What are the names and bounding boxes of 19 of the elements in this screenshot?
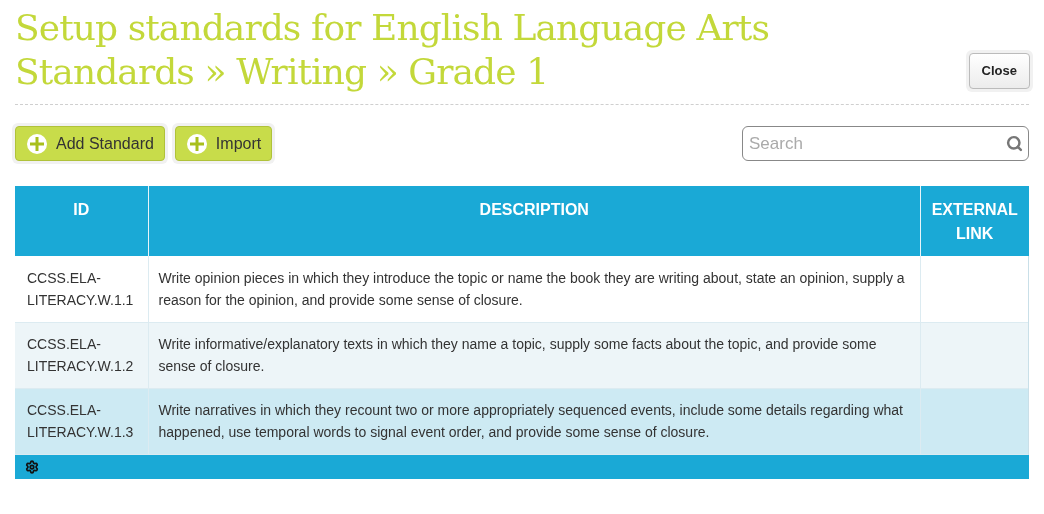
table-cell: Write opinion pieces in which they introduce the topic or name the book they are writing about, state an opinion, supply a reason for the opinion, and provide some sense of closure. [148,256,921,322]
column-header: ID [15,186,148,256]
plus-icon [26,132,48,155]
column-header: DESCRIPTION [148,186,921,256]
search-field[interactable]: Search [742,126,1029,161]
table-cell: CCSS.ELA-LITERACY.W.1.1 [15,256,148,322]
toolbar-button[interactable]: Import [174,126,273,161]
table-cell: CCSS.ELA-LITERACY.W.1.2 [15,322,148,388]
plus-icon [185,132,208,155]
column-header: EXTERNAL LINK [920,186,1029,256]
settings-icon[interactable] [25,459,39,474]
table-cell: Write narratives in which they recount two or more appropriately sequenced events, include some details regarding what happened, use temporal words to signal event order, and provide some sense of closure. [148,388,921,454]
table-cell: Write informative/explanatory texts in which they name a topic, supply some facts about the topic, and provide some sense of closure. [148,322,921,388]
close-button[interactable]: Close [968,53,1030,89]
toolbar-button[interactable]: Add Standard [15,126,165,161]
page-title: Setup standards for English Language Arts [15,6,769,50]
page-title: Standards » Writing » Grade 1 [15,50,550,94]
search-icon [1006,135,1023,152]
table-cell: CCSS.ELA-LITERACY.W.1.3 [15,388,148,454]
